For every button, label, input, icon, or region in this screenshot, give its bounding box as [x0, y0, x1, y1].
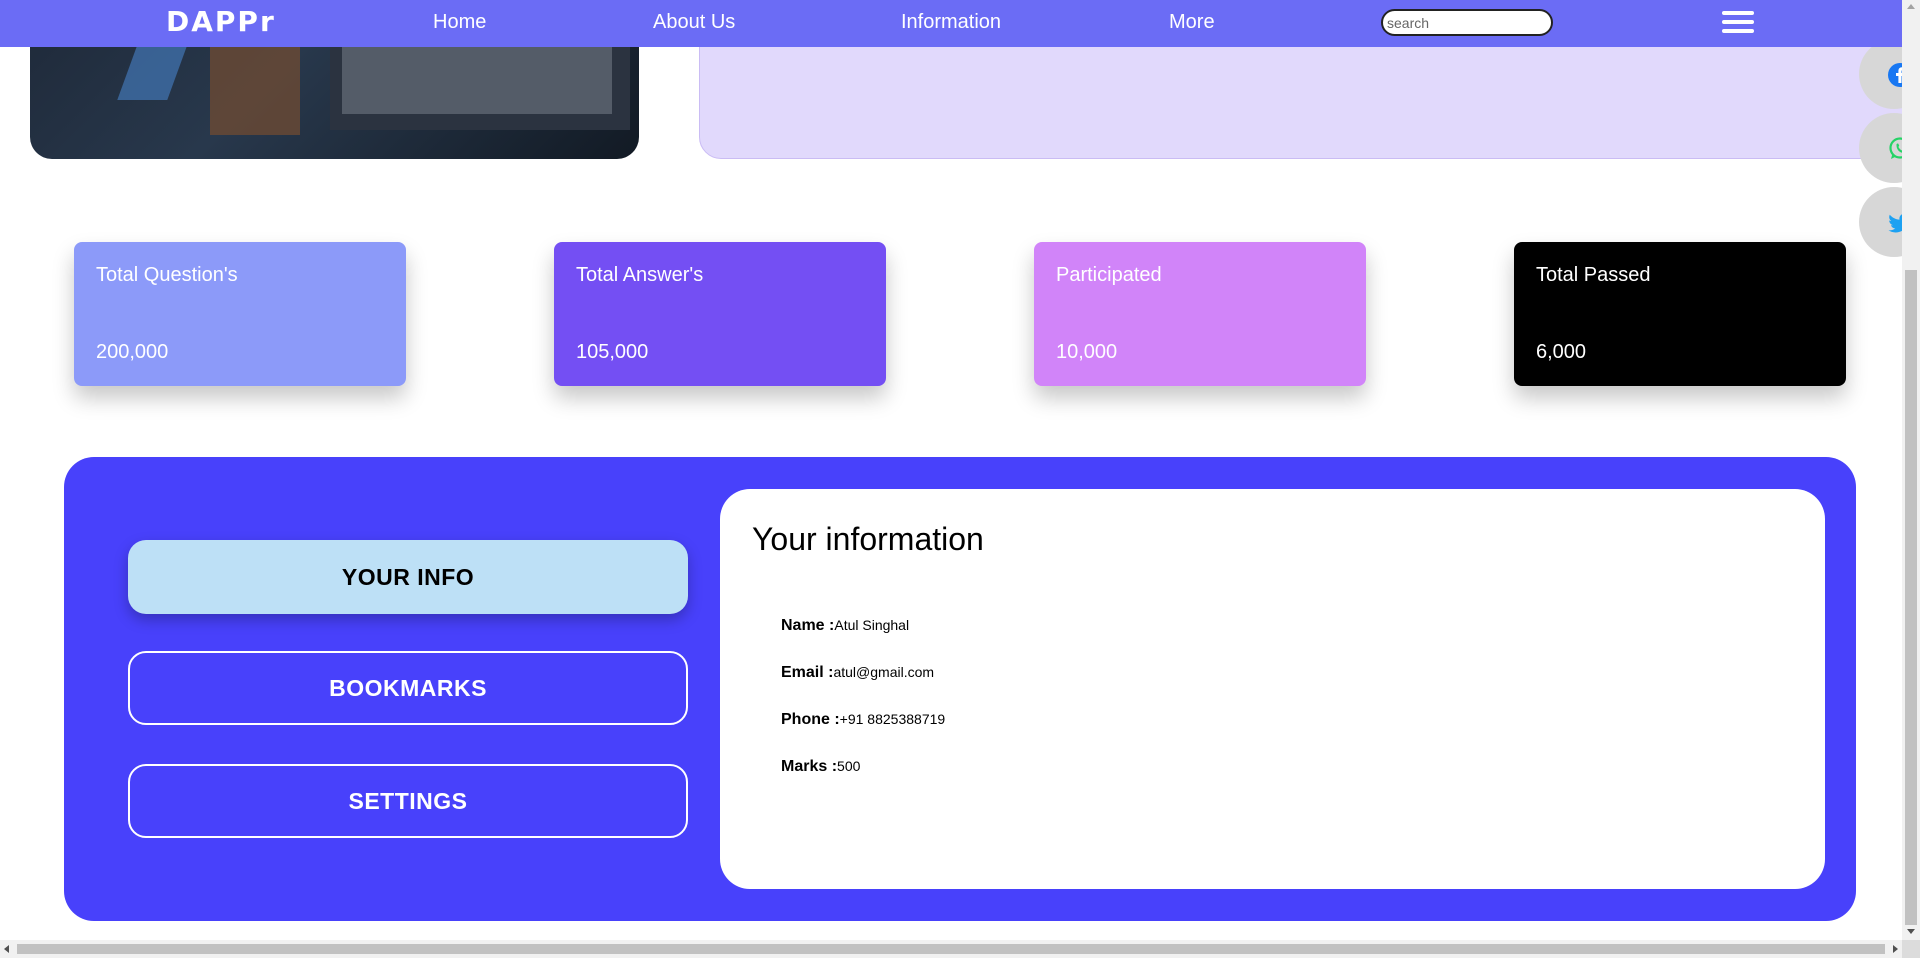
scrollbar-corner: [1902, 940, 1920, 958]
field-label: Marks :: [781, 758, 838, 775]
scroll-left-arrow-icon[interactable]: [4, 945, 9, 953]
stat-card-total-questions: Total Question's 200,000: [74, 242, 406, 386]
field-value: 500: [837, 758, 861, 774]
field-label: Name :: [781, 617, 835, 634]
info-heading: Your information: [752, 521, 984, 557]
stat-title: Total Question's: [96, 264, 238, 286]
page: DAPPr Home About Us Information More Tot…: [0, 0, 1902, 940]
stat-value: 105,000: [576, 341, 649, 363]
field-value: Atul Singhal: [834, 617, 910, 633]
vertical-scrollbar[interactable]: [1902, 0, 1920, 958]
info-row-marks: Marks :500: [781, 758, 860, 776]
nav-link-about-us[interactable]: About Us: [653, 11, 735, 34]
info-row-email: Email :atul@gmail.com: [781, 664, 934, 682]
nav-link-home[interactable]: Home: [433, 11, 486, 34]
horizontal-scroll-thumb[interactable]: [17, 944, 1885, 954]
stat-title: Total Answer's: [576, 264, 704, 286]
field-value: atul@gmail.com: [833, 664, 935, 680]
field-label: Email :: [781, 664, 834, 681]
vertical-scroll-thumb[interactable]: [1905, 270, 1917, 925]
info-card: Your information Name :Atul Singhal Emai…: [720, 489, 1825, 889]
scroll-down-arrow-icon[interactable]: [1907, 929, 1915, 934]
search-input[interactable]: [1381, 9, 1553, 36]
horizontal-scrollbar[interactable]: [0, 940, 1902, 958]
field-value: +91 8825388719: [839, 711, 946, 727]
logo[interactable]: DAPPr: [166, 5, 276, 38]
stat-card-total-answers: Total Answer's 105,000: [554, 242, 886, 386]
stat-title: Participated: [1056, 264, 1162, 286]
stat-value: 10,000: [1056, 341, 1118, 363]
facebook-icon: [1888, 63, 1902, 87]
profile-panel: YOUR INFO BOOKMARKS SETTINGS Your inform…: [64, 457, 1856, 921]
nav-link-more[interactable]: More: [1169, 11, 1215, 34]
stat-value: 6,000: [1536, 341, 1587, 363]
navbar: DAPPr Home About Us Information More: [0, 0, 1902, 47]
scroll-up-arrow-icon[interactable]: [1907, 4, 1915, 9]
whatsapp-icon: [1889, 137, 1902, 159]
settings-button[interactable]: SETTINGS: [128, 764, 688, 838]
field-label: Phone :: [781, 711, 840, 728]
stat-value: 200,000: [96, 341, 169, 363]
info-row-phone: Phone :+91 8825388719: [781, 711, 945, 729]
twitter-share-button[interactable]: [1859, 187, 1902, 257]
scroll-right-arrow-icon[interactable]: [1893, 945, 1898, 953]
nav-link-information[interactable]: Information: [901, 11, 1001, 34]
bookmarks-button[interactable]: BOOKMARKS: [128, 651, 688, 725]
twitter-icon: [1888, 214, 1902, 233]
your-info-button[interactable]: YOUR INFO: [128, 540, 688, 614]
stat-card-total-passed: Total Passed 6,000: [1514, 242, 1846, 386]
stat-title: Total Passed: [1536, 264, 1651, 286]
hamburger-menu-icon[interactable]: [1722, 11, 1754, 37]
info-row-name: Name :Atul Singhal: [781, 617, 909, 635]
stat-card-participated: Participated 10,000: [1034, 242, 1366, 386]
